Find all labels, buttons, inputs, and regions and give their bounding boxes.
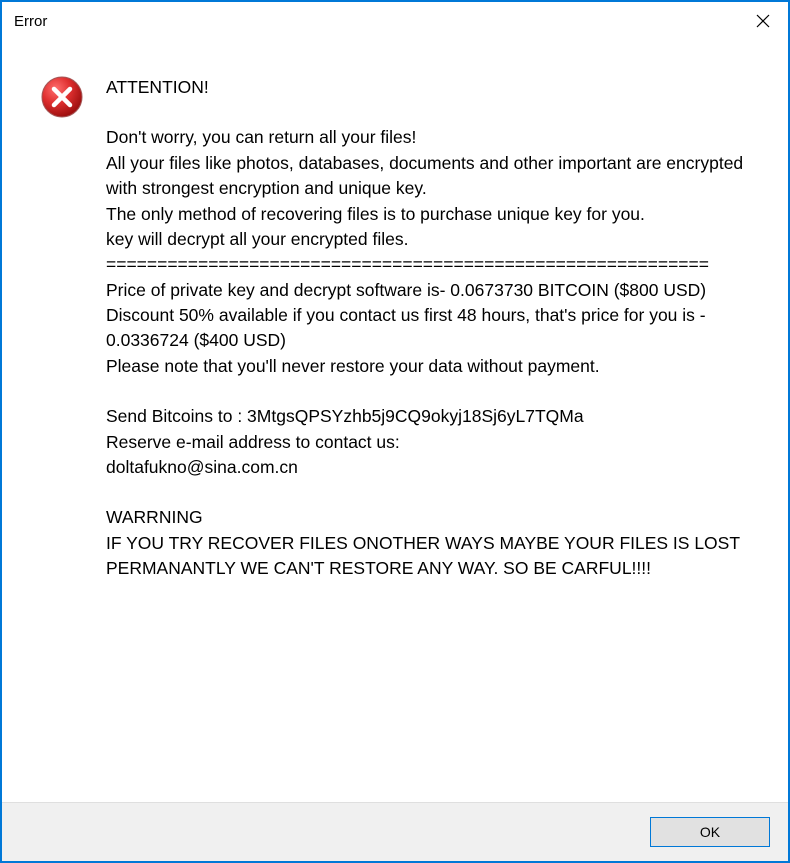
ok-button[interactable]: OK (650, 817, 770, 847)
message-line: WARRNING (106, 505, 748, 530)
message-separator: ========================================… (106, 252, 748, 277)
message-line: Discount 50% available if you contact us… (106, 303, 748, 354)
error-dialog: Error (0, 0, 790, 863)
close-icon (756, 14, 770, 28)
message-line: key will decrypt all your encrypted file… (106, 227, 748, 252)
button-area: OK (2, 802, 788, 861)
message-line: The only method of recovering files is t… (106, 202, 748, 227)
message-line: Please note that you'll never restore yo… (106, 354, 748, 379)
message-line: Send Bitcoins to : 3MtgsQPSYzhb5j9CQ9oky… (106, 404, 748, 429)
message-line: Price of private key and decrypt softwar… (106, 278, 748, 303)
icon-column (40, 75, 84, 782)
message-heading: ATTENTION! (106, 75, 748, 100)
message-line: Reserve e-mail address to contact us: (106, 430, 748, 455)
dialog-title: Error (14, 13, 47, 30)
content-area: ATTENTION! Don't worry, you can return a… (2, 40, 788, 802)
message-line: IF YOU TRY RECOVER FILES ONOTHER WAYS MA… (106, 531, 748, 582)
close-button[interactable] (738, 2, 788, 40)
error-icon (40, 75, 84, 119)
message-text: ATTENTION! Don't worry, you can return a… (106, 75, 758, 782)
message-line: Don't worry, you can return all your fil… (106, 125, 748, 150)
message-line: doltafukno@sina.com.cn (106, 455, 748, 480)
message-line: All your files like photos, databases, d… (106, 151, 748, 202)
titlebar: Error (2, 2, 788, 40)
